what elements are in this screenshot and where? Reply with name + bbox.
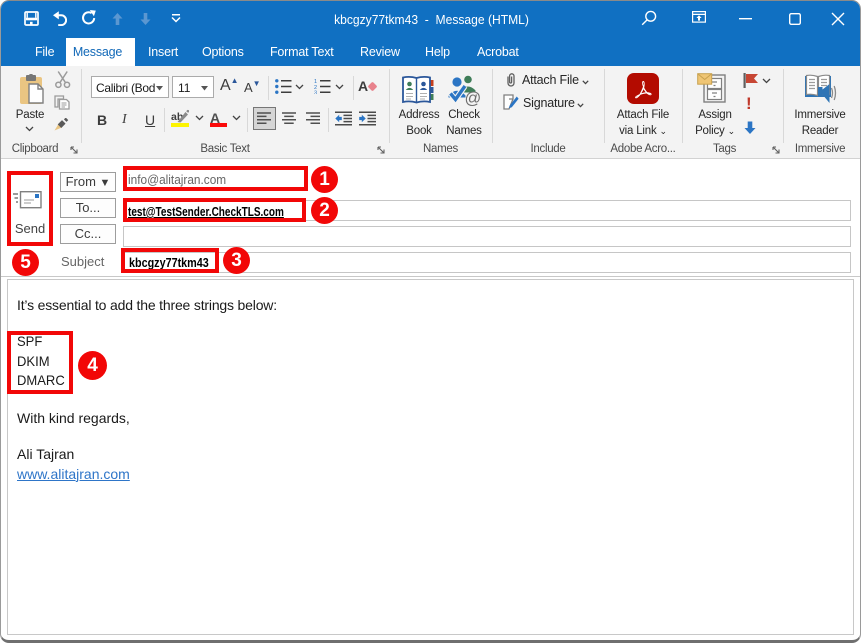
svg-text:@: @ bbox=[465, 90, 482, 108]
svg-text:3: 3 bbox=[314, 91, 317, 95]
